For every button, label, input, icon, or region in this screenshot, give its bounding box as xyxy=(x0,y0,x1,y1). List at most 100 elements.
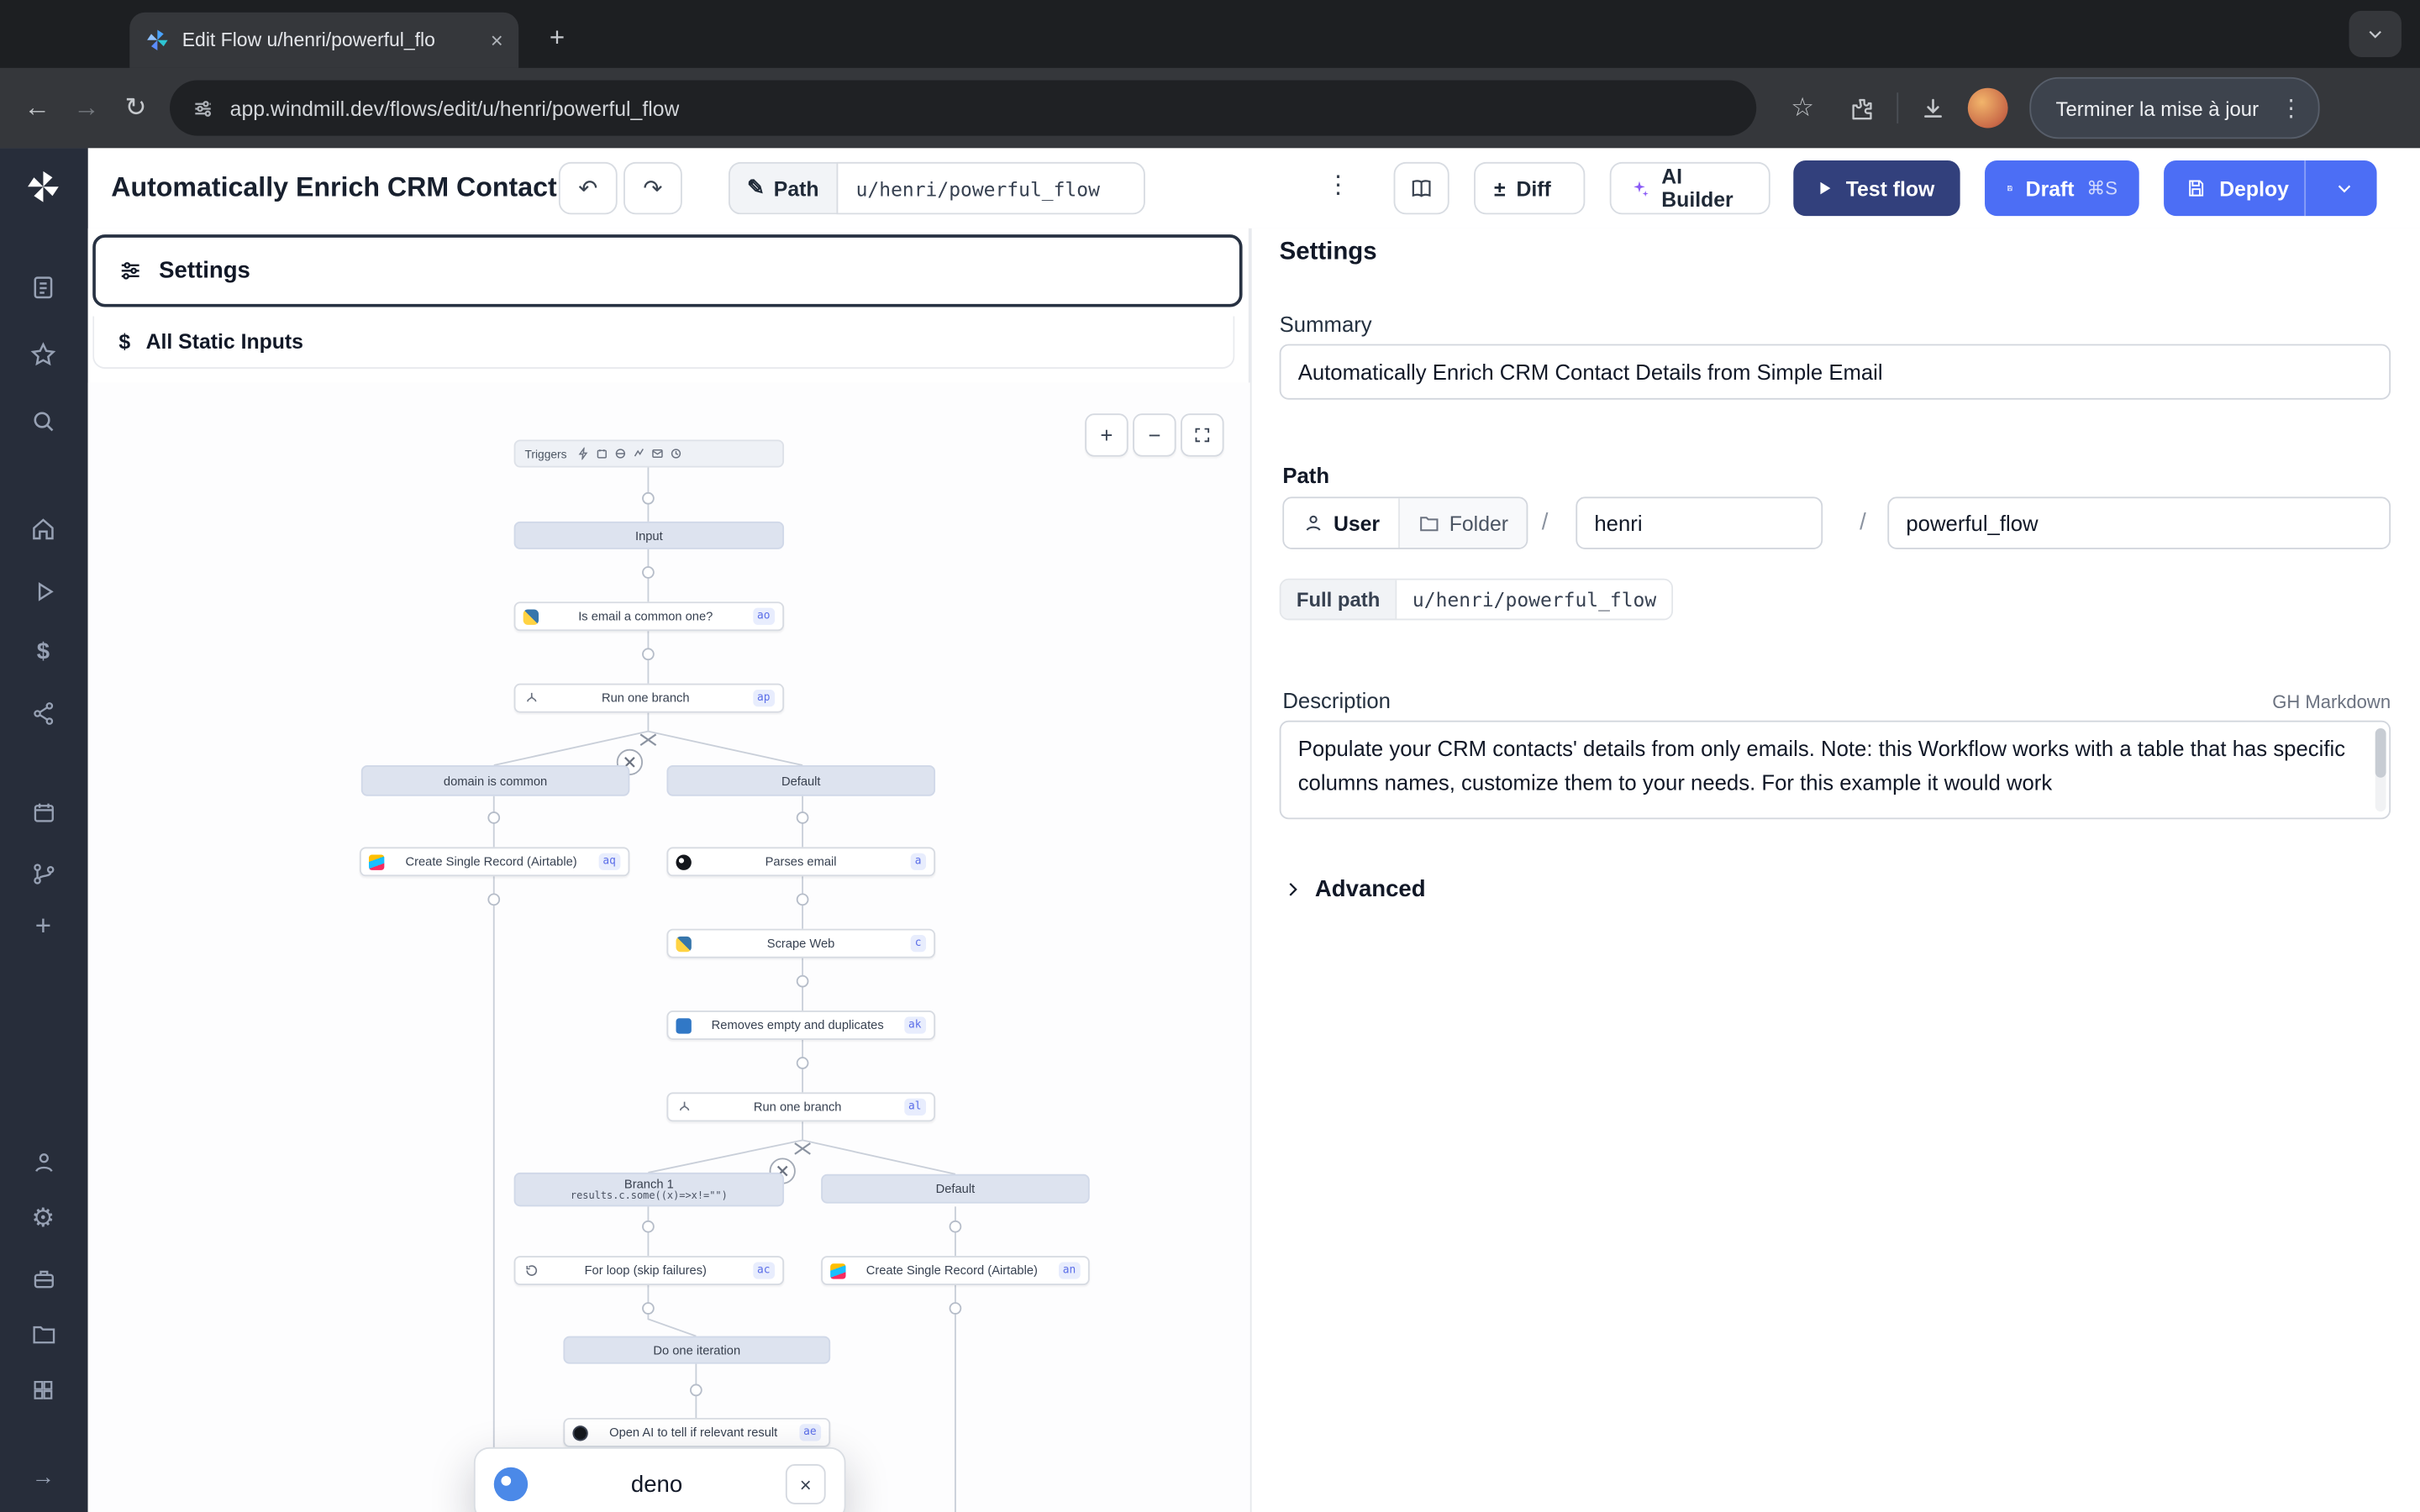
flow-title[interactable]: Automatically Enrich CRM Contact xyxy=(111,171,562,204)
flow-branch-default-1[interactable]: Default xyxy=(666,765,935,796)
chrome-update-button[interactable]: Terminer la mise à jour ⋮ xyxy=(2029,77,2318,139)
flow-triggers-node[interactable]: Triggers xyxy=(514,439,784,467)
address-bar[interactable]: app.windmill.dev/flows/edit/u/henri/powe… xyxy=(170,81,1756,136)
chevron-down-icon xyxy=(2335,179,2354,197)
fullscreen-icon xyxy=(1193,426,1212,444)
airtable-icon xyxy=(369,854,384,869)
owner-input[interactable] xyxy=(1576,496,1823,549)
description-textarea[interactable]: Populate your CRM contacts' details from… xyxy=(1280,721,2391,820)
chrome-menu-icon[interactable]: ⋮ xyxy=(2274,94,2307,122)
sidebar-item-search[interactable] xyxy=(28,406,59,437)
all-static-inputs-item[interactable]: $ All Static Inputs xyxy=(92,317,1234,369)
sidebar-item-workspace[interactable] xyxy=(28,1262,59,1293)
flow-branch-default-2[interactable]: Default xyxy=(821,1174,1090,1204)
python-icon xyxy=(676,936,691,951)
sidebar-item-schedules[interactable] xyxy=(28,796,59,827)
deploy-button[interactable]: Deploy xyxy=(2219,176,2289,200)
dollar-icon: $ xyxy=(37,638,50,664)
fit-view-button[interactable] xyxy=(1181,413,1223,456)
flow-node-run-one-branch-1[interactable]: Run one branch ap xyxy=(514,684,784,713)
branch-icon xyxy=(676,1100,691,1115)
sidebar-expand-button[interactable]: → xyxy=(28,1461,59,1492)
flow-canvas[interactable]: + − Triggers Input xyxy=(88,383,1250,1512)
description-label: Description xyxy=(1280,688,1391,712)
flow-node-create-record-2[interactable]: Create Single Record (Airtable) an xyxy=(821,1256,1090,1285)
path-input[interactable]: u/henri/powerful_flow xyxy=(836,162,1144,214)
advanced-section-toggle[interactable]: Advanced xyxy=(1282,876,1425,902)
undo-button[interactable]: ↶ xyxy=(559,162,618,214)
flow-settings-panel: Settings Summary Path User Folder / / Fu… xyxy=(1250,228,2420,1512)
profile-avatar[interactable] xyxy=(1968,88,2008,129)
site-settings-icon[interactable] xyxy=(192,97,215,120)
star-icon xyxy=(29,341,57,369)
sidebar-item-home[interactable] xyxy=(28,514,59,545)
sidebar-item-resources[interactable] xyxy=(28,697,59,728)
more-options-button[interactable]: ⋮ xyxy=(1323,170,1354,201)
sidebar-item-add[interactable]: + xyxy=(28,911,59,942)
reload-button[interactable]: ↻ xyxy=(111,83,160,133)
flow-node-openai[interactable]: Open AI to tell if relevant result ae xyxy=(563,1418,830,1447)
python-icon xyxy=(523,609,539,624)
flow-node-input[interactable]: Input xyxy=(514,522,784,549)
flow-node-email-check[interactable]: Is email a common one? ao xyxy=(514,601,784,631)
zoom-in-button[interactable]: + xyxy=(1085,413,1128,456)
flow-node-do-one-iteration[interactable]: Do one iteration xyxy=(563,1336,830,1364)
new-tab-button[interactable]: + xyxy=(537,18,577,59)
diff-button[interactable]: ± Diff xyxy=(1474,162,1585,214)
flow-branch-domain-is-common[interactable]: domain is common xyxy=(361,765,630,796)
sidebar-item-jobs[interactable] xyxy=(28,575,59,606)
download-icon[interactable] xyxy=(1920,95,1946,121)
popup-close-button[interactable]: × xyxy=(786,1464,826,1504)
flow-node-removes-empty[interactable]: Removes empty and duplicates ak xyxy=(666,1011,935,1040)
search-icon xyxy=(29,407,57,435)
url-text: app.windmill.dev/flows/edit/u/henri/powe… xyxy=(230,97,680,120)
ai-builder-button[interactable]: AI Builder xyxy=(1610,162,1770,214)
flow-name-input[interactable] xyxy=(1887,496,2391,549)
tab-close-icon[interactable]: × xyxy=(491,28,503,52)
bookmark-star-icon[interactable]: ☆ xyxy=(1778,83,1828,133)
description-header: Description GH Markdown xyxy=(1280,688,2391,712)
owner-kind-folder[interactable]: Folder xyxy=(1398,498,1527,548)
sidebar-item-workers[interactable] xyxy=(28,858,59,889)
language-popup-title: deno xyxy=(544,1471,771,1497)
flow-node-run-one-branch-2[interactable]: Run one branch al xyxy=(666,1092,935,1121)
airtable-icon xyxy=(830,1263,845,1278)
diff-icon: ± xyxy=(1494,176,1506,200)
flow-branch-1[interactable]: Branch 1 results.c.some((x)=>x!="") xyxy=(514,1173,784,1206)
sidebar-item-folders[interactable] xyxy=(28,1318,59,1349)
chevron-right-icon xyxy=(1282,879,1302,900)
zoom-out-button[interactable]: − xyxy=(1133,413,1176,456)
forward-button[interactable]: → xyxy=(61,83,111,133)
flow-node-scrape-web[interactable]: Scrape Web c xyxy=(666,929,935,958)
browser-tab[interactable]: Edit Flow u/henri/powerful_flo × xyxy=(129,13,518,68)
tab-search-button[interactable] xyxy=(2349,11,2402,57)
full-path-display: Full path u/henri/powerful_flow xyxy=(1280,579,1674,621)
tab-strip: Edit Flow u/henri/powerful_flo × + xyxy=(0,0,2420,68)
sidebar-item-account[interactable] xyxy=(28,1147,59,1178)
sidebar-item-runs[interactable] xyxy=(28,271,59,302)
back-button[interactable]: ← xyxy=(13,83,62,133)
share-nodes-icon xyxy=(30,700,56,726)
sidebar-item-apps[interactable] xyxy=(28,1375,59,1406)
canvas-zoom-controls: + − xyxy=(1085,413,1223,456)
redo-button[interactable]: ↷ xyxy=(623,162,682,214)
path-chip[interactable]: ✎ Path xyxy=(729,162,836,214)
tab-title: Edit Flow u/henri/powerful_flo xyxy=(182,29,478,51)
sidebar-item-favorites[interactable] xyxy=(28,339,59,370)
windmill-logo[interactable] xyxy=(24,168,61,205)
test-flow-button[interactable]: Test flow xyxy=(1793,160,1960,216)
flow-node-for-loop[interactable]: For loop (skip failures) ac xyxy=(514,1256,784,1285)
flow-settings-item[interactable]: Settings xyxy=(92,234,1242,307)
summary-input[interactable] xyxy=(1280,344,2391,400)
flow-node-create-record-1[interactable]: Create Single Record (Airtable) aq xyxy=(360,847,629,876)
sidebar-item-settings[interactable]: ⚙ xyxy=(28,1204,59,1235)
docs-button[interactable] xyxy=(1394,162,1449,214)
deploy-dropdown-button[interactable] xyxy=(2321,179,2367,197)
sidebar-item-variables[interactable]: $ xyxy=(28,636,59,667)
loop-icon xyxy=(523,1263,539,1278)
extensions-icon[interactable] xyxy=(1849,95,1875,121)
owner-kind-user[interactable]: User xyxy=(1284,498,1398,548)
draft-button[interactable]: Draft ⌘S xyxy=(1985,160,2139,216)
language-popup[interactable]: deno × xyxy=(474,1447,846,1512)
flow-node-parses-email[interactable]: Parses email a xyxy=(666,847,935,876)
